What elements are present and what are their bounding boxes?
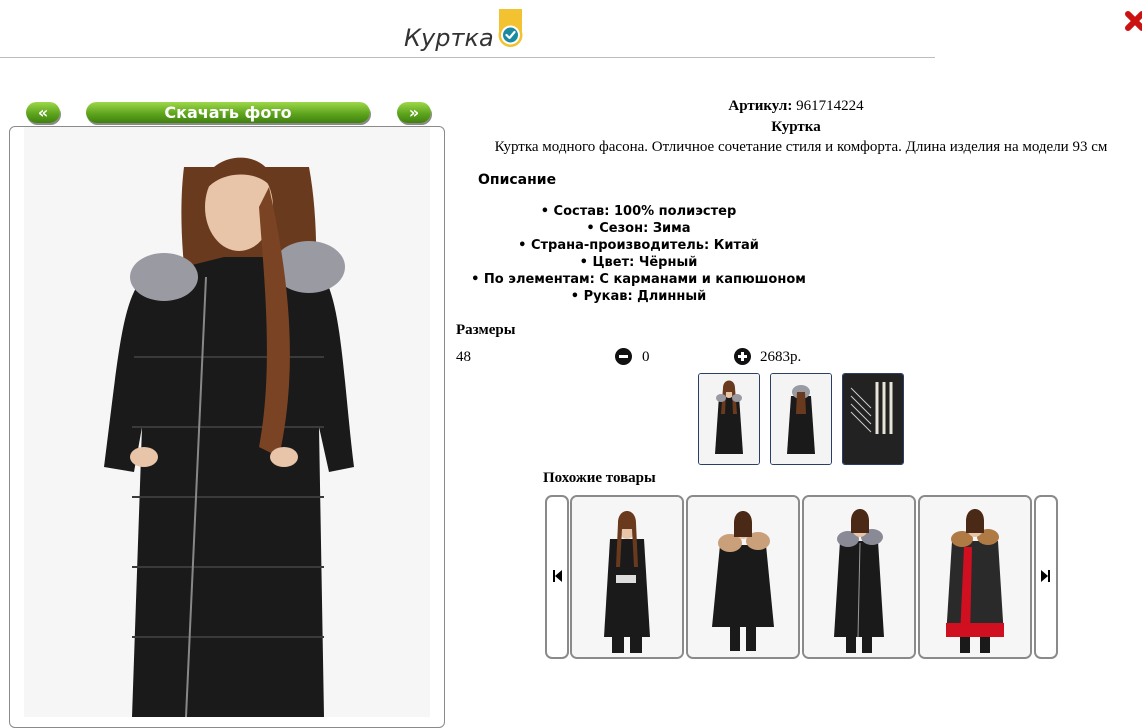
quantity-value: 0 [642, 349, 650, 365]
photo-thumbnail-back[interactable] [770, 373, 832, 465]
sizes-heading: Размеры [456, 322, 516, 338]
similar-products-heading: Похожие товары [543, 470, 656, 486]
spec-item: Сезон: Зима [456, 220, 821, 237]
spec-item: Рукав: Длинный [456, 288, 821, 305]
page-title: Куртка [404, 24, 494, 52]
skip-back-icon[interactable] [545, 495, 569, 659]
photo-thumbnail-label[interactable] [842, 373, 904, 465]
similar-product-card[interactable] [802, 495, 916, 659]
prev-photo-button[interactable]: « [26, 102, 60, 123]
minus-circle-icon[interactable] [615, 348, 632, 365]
next-photo-button[interactable]: » [397, 102, 431, 123]
description-heading: Описание [478, 172, 557, 188]
plus-circle-icon[interactable] [734, 348, 751, 365]
similar-product-card[interactable] [686, 495, 800, 659]
main-product-photo[interactable] [24, 127, 430, 717]
product-name: Куртка [771, 119, 821, 135]
photo-thumbnail-front[interactable] [698, 373, 760, 465]
similar-product-card[interactable] [918, 495, 1032, 659]
spec-item: По элементам: С карманами и капюшоном [456, 271, 821, 288]
spec-item: Состав: 100% полиэстер [456, 203, 821, 220]
close-icon[interactable] [1124, 8, 1142, 38]
sku-line: Артикул: 961714224 [456, 98, 1136, 115]
similar-product-card[interactable] [570, 495, 684, 659]
spec-list: Состав: 100% полиэстер Сезон: Зима Стран… [456, 203, 821, 305]
size-value: 48 [456, 349, 471, 365]
spec-item: Цвет: Чёрный [456, 254, 821, 271]
download-photo-button[interactable]: Скачать фото [86, 102, 370, 123]
skip-forward-icon[interactable] [1034, 495, 1058, 659]
price-value: 2683р. [760, 349, 802, 365]
main-photo-panel [9, 126, 445, 728]
spec-item: Страна-производитель: Китай [456, 237, 821, 254]
sku-label: Артикул: [728, 98, 793, 114]
verified-check-icon [497, 9, 524, 49]
sku-value: 961714224 [796, 98, 864, 114]
product-description: Куртка модного фасона. Отличное сочетани… [494, 139, 1108, 155]
header-divider [0, 57, 935, 58]
